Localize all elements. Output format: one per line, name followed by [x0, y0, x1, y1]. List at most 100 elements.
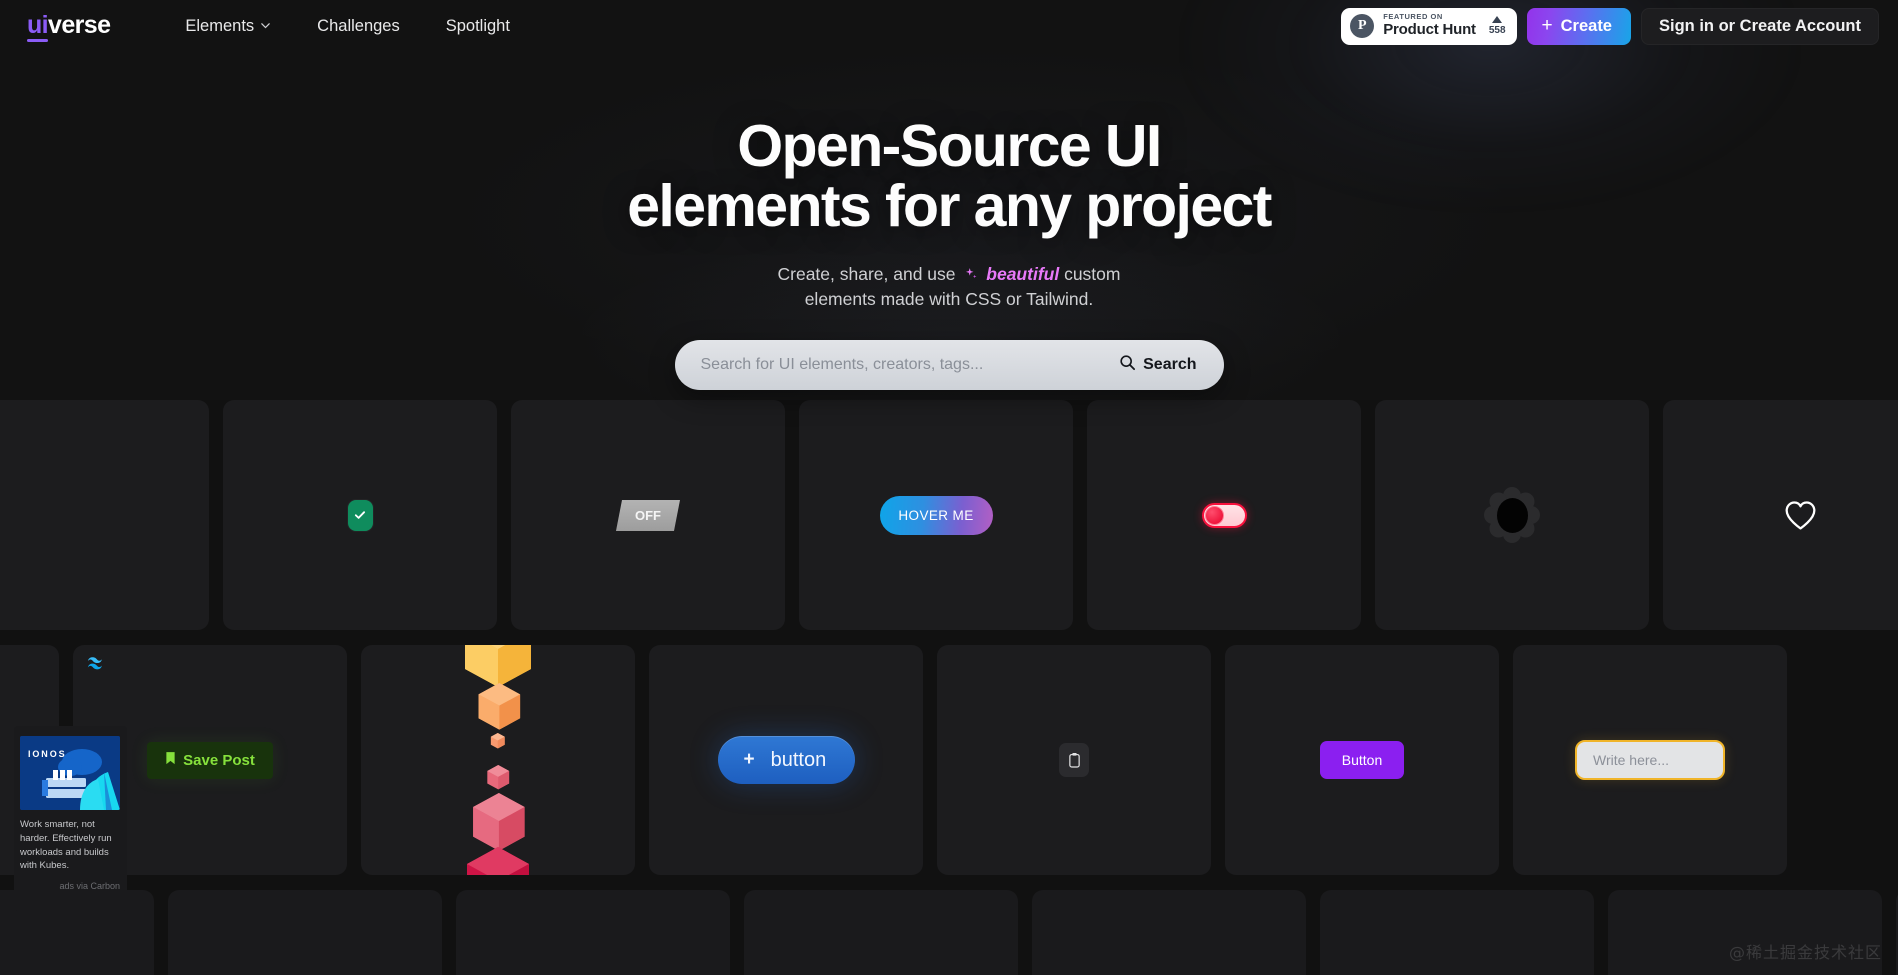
element-card-hover-button[interactable]: HOVER ME: [799, 400, 1073, 630]
element-card[interactable]: [1032, 890, 1306, 975]
nav-item-challenges[interactable]: Challenges: [294, 9, 423, 44]
purple-button[interactable]: Button: [1319, 741, 1405, 779]
save-post-button[interactable]: Save Post: [147, 741, 273, 779]
nav-item-spotlight-label: Spotlight: [445, 16, 510, 35]
carbon-ad[interactable]: IONOS Work smarter, not harder. Effectiv…: [14, 726, 127, 911]
search-bar[interactable]: Search: [674, 339, 1224, 390]
page-title-line-2: elements for any project: [627, 173, 1272, 239]
nav-item-elements[interactable]: Elements: [162, 9, 294, 44]
navbar-right-group: P FEATURED ON Product Hunt 558 + Create …: [1341, 0, 1879, 52]
logo-text-primary: ui: [27, 11, 49, 42]
off-toggle-element[interactable]: OFF: [615, 499, 681, 531]
red-toggle-element[interactable]: [1201, 502, 1247, 528]
flower-core: [1496, 497, 1528, 533]
carbon-ad-image[interactable]: IONOS: [20, 736, 120, 810]
hero-subtitle-mid: custom: [1064, 264, 1121, 284]
product-hunt-logo-icon: P: [1350, 14, 1375, 38]
element-card-iso-cubes-loader[interactable]: [361, 645, 635, 875]
element-card[interactable]: [456, 890, 730, 975]
elements-grid: OFF HOVER ME Save Post + button Button W…: [0, 400, 1898, 975]
iso-cubes-loader-element: [461, 645, 535, 875]
page-title-line-1: Open-Source UI: [737, 113, 1162, 179]
heart-icon: [1785, 500, 1815, 530]
hero-subtitle: Create, share, and use beautiful custom …: [778, 262, 1121, 312]
nav-item-challenges-label: Challenges: [317, 16, 400, 35]
element-card-checkbox[interactable]: [223, 400, 497, 630]
element-card-red-toggle[interactable]: [1087, 400, 1361, 630]
element-card-flower-loader[interactable]: [1375, 400, 1649, 630]
product-hunt-text: FEATURED ON Product Hunt: [1383, 13, 1476, 38]
ionos-illustration-icon: [20, 736, 120, 810]
hero-section: Open-Source UI elements for any project …: [0, 0, 1898, 400]
heart-element[interactable]: [1784, 500, 1817, 531]
toggle-knob: [1204, 505, 1224, 525]
upvote-triangle-icon: [1492, 16, 1503, 23]
cube-rose: [473, 793, 525, 851]
tailwind-logo-icon: [87, 657, 107, 677]
create-button[interactable]: + Create: [1526, 7, 1631, 45]
product-hunt-upvote-count: 558: [1488, 25, 1506, 36]
elements-grid-row-1: OFF HOVER ME: [0, 400, 1898, 630]
bookmark-icon: [165, 751, 176, 770]
element-card-purple-button[interactable]: Button: [1225, 645, 1499, 875]
cube-crimson: [467, 847, 529, 875]
hero-subtitle-line-2: elements made with CSS or Tailwind.: [804, 288, 1094, 309]
search-button-label: Search: [1143, 355, 1197, 373]
element-card-write-input[interactable]: Write here...: [1513, 645, 1787, 875]
save-post-label: Save Post: [183, 751, 255, 769]
cube-pink: [487, 765, 510, 790]
cube-small: [490, 733, 505, 749]
checkbox-element[interactable]: [347, 499, 373, 531]
plus-icon: +: [743, 749, 755, 770]
product-hunt-upvote[interactable]: 558: [1489, 16, 1506, 36]
product-hunt-name: Product Hunt: [1383, 21, 1476, 39]
write-here-input[interactable]: Write here...: [1575, 740, 1725, 780]
hover-me-button[interactable]: HOVER ME: [879, 495, 993, 535]
element-card-clipboard-button[interactable]: [937, 645, 1211, 875]
navbar: ui verse Elements Challenges Spotlight P …: [0, 0, 1898, 52]
elements-grid-row-3: [0, 890, 1898, 975]
logo-text-secondary: verse: [48, 10, 111, 39]
nav-links: Elements Challenges Spotlight: [162, 9, 533, 44]
blue-plus-button[interactable]: + button: [717, 736, 855, 784]
clipboard-icon: [1068, 752, 1080, 768]
cube-orange: [478, 683, 521, 730]
sign-in-button-label: Sign in or Create Account: [1659, 16, 1861, 35]
search-icon: [1119, 354, 1136, 376]
flower-loader-element: [1484, 487, 1540, 543]
product-hunt-logo-letter: P: [1357, 18, 1367, 33]
cube-yellow: [465, 645, 531, 687]
nav-item-elements-label: Elements: [185, 16, 255, 35]
product-hunt-badge[interactable]: P FEATURED ON Product Hunt 558: [1341, 7, 1517, 45]
carbon-ad-body: Work smarter, not harder. Effectively ru…: [20, 819, 112, 872]
elements-grid-row-2: Button Save Post: [0, 645, 1787, 875]
carbon-ad-brand: IONOS: [28, 749, 67, 759]
hero-subtitle-highlight: beautiful: [986, 264, 1060, 284]
blue-plus-button-label: button: [770, 748, 827, 771]
hero-subtitle-prefix: Create, share, and use: [777, 264, 956, 284]
element-card[interactable]: [1320, 890, 1594, 975]
carbon-ad-attribution[interactable]: ads via Carbon: [14, 881, 127, 891]
search-button[interactable]: Search: [1109, 354, 1218, 376]
element-card-blue-plus-button[interactable]: + button: [649, 645, 923, 875]
watermark: @稀土掘金技术社区: [1728, 943, 1882, 962]
nav-item-spotlight[interactable]: Spotlight: [423, 9, 533, 44]
element-card[interactable]: [0, 400, 209, 630]
plus-icon: +: [1541, 14, 1553, 36]
site-logo[interactable]: ui verse: [27, 10, 111, 42]
element-card[interactable]: [744, 890, 1018, 975]
purple-button-label: Button: [1341, 752, 1383, 768]
clipboard-button[interactable]: [1059, 743, 1089, 777]
element-card-off-toggle[interactable]: OFF: [511, 400, 785, 630]
hover-me-label: HOVER ME: [898, 507, 974, 523]
check-icon: [354, 511, 366, 519]
sign-in-button[interactable]: Sign in or Create Account: [1641, 7, 1879, 45]
element-card[interactable]: [168, 890, 442, 975]
element-card-heart[interactable]: [1663, 400, 1898, 630]
off-toggle-label: OFF: [635, 507, 661, 523]
sparkles-icon: [964, 264, 979, 279]
write-here-placeholder: Write here...: [1593, 752, 1669, 768]
search-input[interactable]: [700, 355, 1110, 374]
chevron-down-icon: [260, 20, 271, 31]
hero-subtitle-line-1: Create, share, and use beautiful custom: [778, 262, 1121, 287]
